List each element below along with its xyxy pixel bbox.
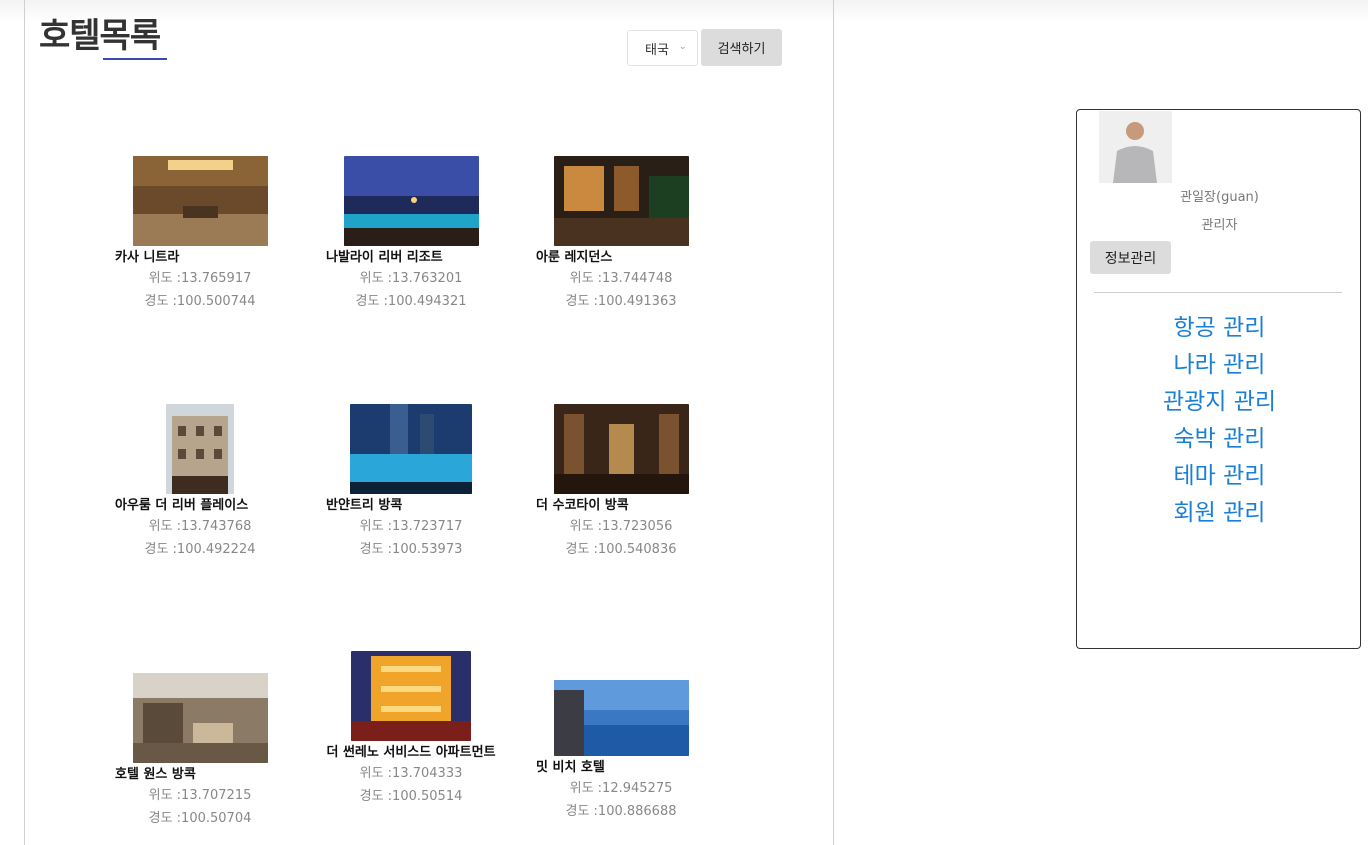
hotel-image[interactable] xyxy=(166,404,234,494)
hotel-latitude: 위도 :13.743768 xyxy=(148,519,252,534)
hotel-image[interactable] xyxy=(553,156,689,246)
hotel-longitude: 경도 :100.500744 xyxy=(144,294,256,309)
admin-sidebar: 관일장(guan) 관리자 정보관리 항공 관리 나라 관리 관광지 관리 숙박… xyxy=(1076,109,1361,649)
admin-menu: 항공 관리 나라 관리 관광지 관리 숙박 관리 테마 관리 회원 관리 xyxy=(1077,310,1362,532)
hotel-name[interactable]: 더 썬레노 서비스드 아파트먼트 xyxy=(316,744,506,762)
menu-item-flight[interactable]: 항공 관리 xyxy=(1077,310,1362,347)
hotel-latitude: 위도 :12.945275 xyxy=(569,781,673,796)
hotel-latitude: 위도 :13.763201 xyxy=(359,271,463,286)
hotel-longitude: 경도 :100.491363 xyxy=(565,294,677,309)
hotel-name[interactable]: 카사 니트라 xyxy=(105,249,295,267)
hotel-image[interactable] xyxy=(343,156,479,246)
hotel-name[interactable]: 호텔 원스 방콕 xyxy=(105,766,295,784)
hotel-longitude: 경도 :100.492224 xyxy=(144,542,256,557)
menu-item-theme[interactable]: 테마 관리 xyxy=(1077,458,1362,495)
hotel-latitude: 위도 :13.707215 xyxy=(148,788,252,803)
user-name: 관일장(guan) xyxy=(1180,190,1259,205)
hotel-longitude: 경도 :100.886688 xyxy=(565,804,677,819)
hotel-card[interactable]: 밋 비치 호텔 위도 :12.945275 경도 :100.886688 xyxy=(526,680,716,823)
hotel-image[interactable] xyxy=(351,651,471,741)
search-button[interactable]: 검색하기 xyxy=(701,29,782,66)
menu-item-lodging[interactable]: 숙박 관리 xyxy=(1077,421,1362,458)
hotel-name[interactable]: 밋 비치 호텔 xyxy=(526,759,716,777)
hotel-image[interactable] xyxy=(132,156,268,246)
hotel-name[interactable]: 나발라이 리버 리조트 xyxy=(316,249,506,267)
hotel-list-panel: 호텔목록 태국 ⌄ 검색하기 카사 니트라 위도 :13.765917 경도 :… xyxy=(24,0,834,845)
hotel-longitude: 경도 :100.494321 xyxy=(355,294,467,309)
hotel-image[interactable] xyxy=(132,673,268,763)
page-title: 호텔목록 xyxy=(39,16,161,56)
hotel-card[interactable]: 반얀트리 방콕 위도 :13.723717 경도 :100.53973 xyxy=(316,404,506,561)
hotel-card[interactable]: 나발라이 리버 리조트 위도 :13.763201 경도 :100.494321 xyxy=(316,156,506,313)
title-underline xyxy=(103,58,167,60)
hotel-card[interactable]: 더 수코타이 방콕 위도 :13.723056 경도 :100.540836 xyxy=(526,404,716,561)
hotel-image[interactable] xyxy=(350,404,472,494)
hotel-longitude: 경도 :100.53973 xyxy=(359,542,463,557)
hotel-image[interactable] xyxy=(553,404,689,494)
user-role: 관리자 xyxy=(1201,218,1238,233)
hotel-card[interactable]: 아우룸 더 리버 플레이스 위도 :13.743768 경도 :100.4922… xyxy=(105,404,295,561)
hotel-longitude: 경도 :100.540836 xyxy=(565,542,677,557)
menu-item-attraction[interactable]: 관광지 관리 xyxy=(1077,384,1362,421)
hotel-card[interactable]: 호텔 원스 방콕 위도 :13.707215 경도 :100.50704 xyxy=(105,673,295,830)
hotel-card[interactable]: 카사 니트라 위도 :13.765917 경도 :100.500744 xyxy=(105,156,295,313)
hotel-image[interactable] xyxy=(553,680,689,756)
hotel-card[interactable]: 더 썬레노 서비스드 아파트먼트 위도 :13.704333 경도 :100.5… xyxy=(316,651,506,808)
hotel-latitude: 위도 :13.744748 xyxy=(569,271,673,286)
hotel-name[interactable]: 아우룸 더 리버 플레이스 xyxy=(105,497,295,515)
hotel-name[interactable]: 아룬 레지던스 xyxy=(526,249,716,267)
info-manage-button[interactable]: 정보관리 xyxy=(1090,241,1171,274)
hotel-longitude: 경도 :100.50704 xyxy=(148,811,252,826)
divider xyxy=(1094,292,1342,293)
hotel-name[interactable]: 더 수코타이 방콕 xyxy=(526,497,716,515)
hotel-latitude: 위도 :13.704333 xyxy=(359,766,463,781)
country-select[interactable]: 태국 ⌄ xyxy=(627,30,698,66)
user-avatar-image xyxy=(1099,111,1172,183)
hotel-latitude: 위도 :13.723717 xyxy=(359,519,463,534)
hotel-longitude: 경도 :100.50514 xyxy=(359,789,463,804)
hotel-latitude: 위도 :13.765917 xyxy=(148,271,252,286)
country-select-value: 태국 xyxy=(645,42,669,58)
menu-item-country[interactable]: 나라 관리 xyxy=(1077,347,1362,384)
hotel-latitude: 위도 :13.723056 xyxy=(569,519,673,534)
chevron-down-icon: ⌄ xyxy=(679,42,687,52)
avatar xyxy=(1099,111,1172,183)
menu-item-member[interactable]: 회원 관리 xyxy=(1077,495,1362,532)
hotel-card[interactable]: 아룬 레지던스 위도 :13.744748 경도 :100.491363 xyxy=(526,156,716,313)
hotel-name[interactable]: 반얀트리 방콕 xyxy=(316,497,506,515)
